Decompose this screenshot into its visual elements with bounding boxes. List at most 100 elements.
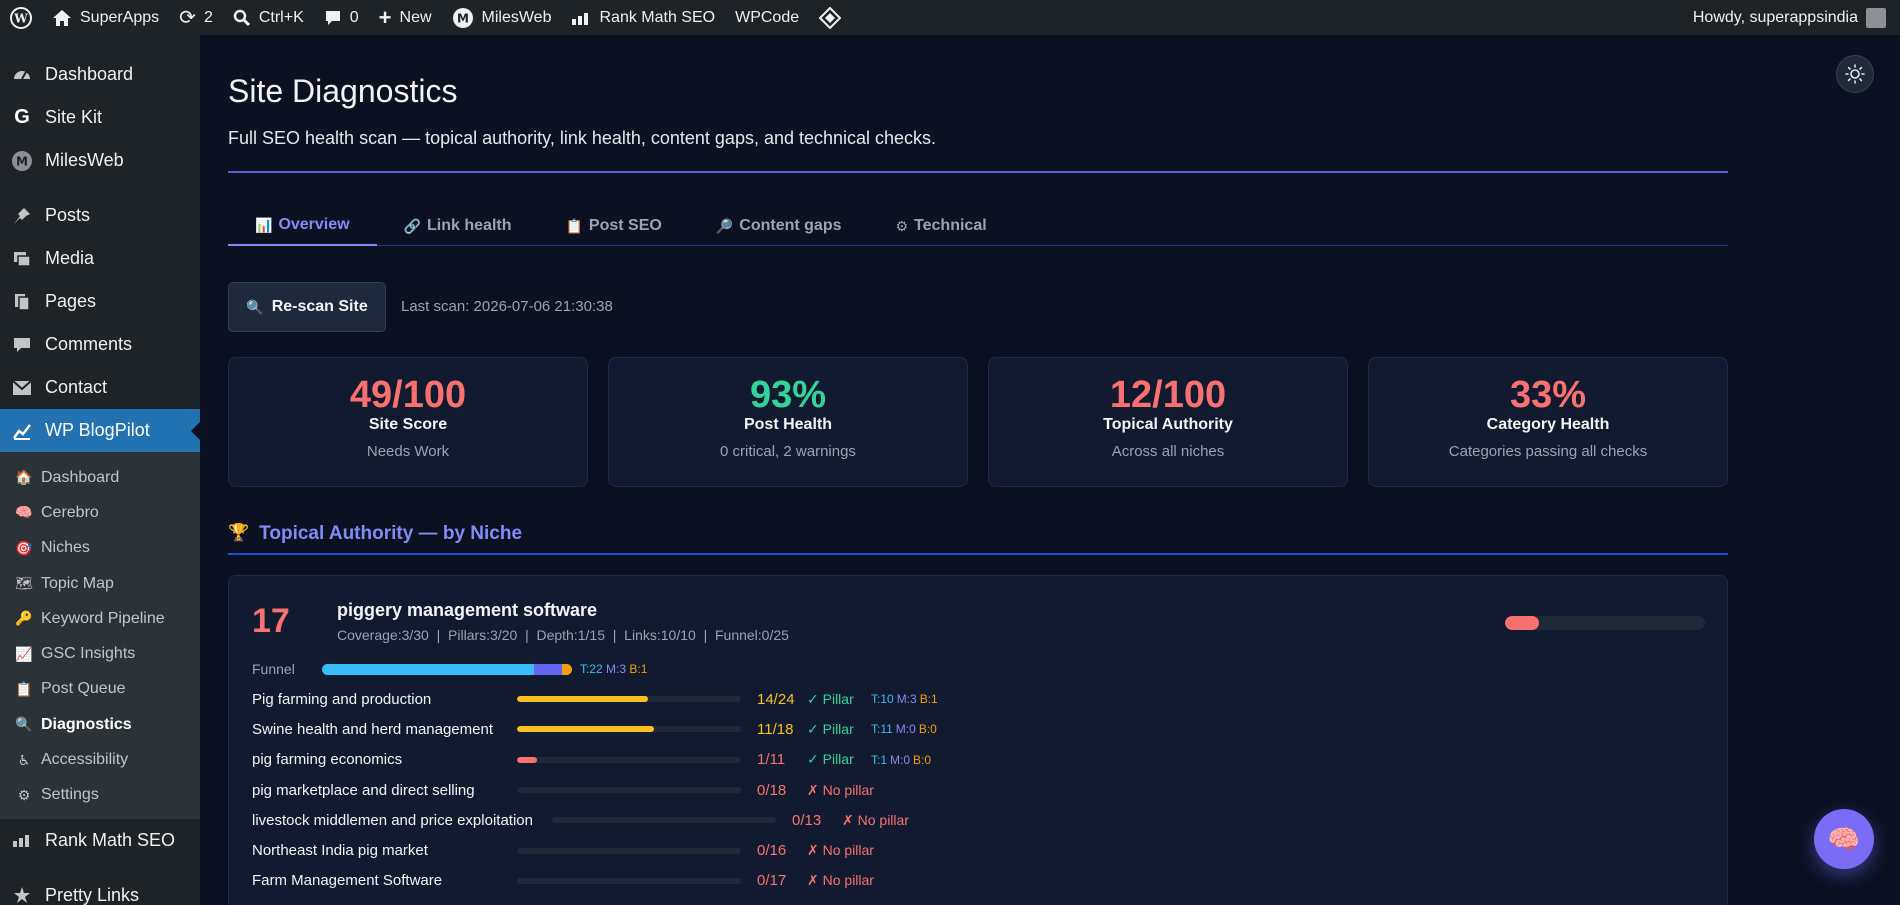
- menu-item-contact[interactable]: Contact: [0, 366, 200, 409]
- page-description: Full SEO health scan — topical authority…: [228, 128, 937, 148]
- funnel-bottom-segment: [562, 663, 572, 675]
- menu-item-posts[interactable]: Posts: [0, 194, 200, 237]
- menu-item-comments[interactable]: Comments: [0, 323, 200, 366]
- gear-icon: ⚙: [895, 217, 909, 234]
- star-icon: [11, 884, 33, 905]
- menu-item-rank-math[interactable]: Rank Math SEO: [0, 819, 200, 862]
- tab-post-seo[interactable]: 📋 Post SEO: [538, 206, 688, 246]
- topic-row: pig farming economics 1/11 ✓ Pillar T:1 M:0 B…: [252, 745, 962, 775]
- submenu-item-accessibility[interactable]: ♿ Accessibility: [0, 742, 200, 777]
- tab-label: Overview: [278, 216, 350, 233]
- site-name-link[interactable]: SuperApps: [42, 0, 169, 35]
- diamond-plugin-link[interactable]: [809, 0, 851, 35]
- page-title: Site Diagnostics: [228, 73, 458, 109]
- tab-technical[interactable]: ⚙ Technical: [868, 206, 1013, 246]
- submenu-item-settings[interactable]: ⚙ Settings: [0, 778, 200, 813]
- topic-row: Farm Management Software 0/17 ✗ No pillar: [252, 866, 962, 896]
- theme-toggle-button[interactable]: [1836, 55, 1874, 93]
- chart-icon: [11, 420, 33, 442]
- niche-card: 17 piggery management software Coverage:…: [228, 575, 1728, 905]
- topic-funnel-t: T:10: [871, 692, 894, 707]
- submenu-item-diagnostics[interactable]: 🔍 Diagnostics: [0, 707, 200, 742]
- niche-score-bar: [1505, 616, 1705, 630]
- new-content-link[interactable]: + New: [369, 0, 442, 35]
- command-search[interactable]: Ctrl+K: [223, 0, 314, 35]
- topic-count: 11/18: [757, 720, 794, 738]
- funnel-bottom-count: B:1: [629, 662, 648, 676]
- funnel-top-segment: [322, 663, 534, 675]
- menu-item-media[interactable]: Media: [0, 237, 200, 280]
- tab-label: Technical: [914, 217, 987, 234]
- magnifier-icon: 🔎: [715, 217, 734, 234]
- topic-name: pig marketplace and direct selling: [252, 781, 475, 799]
- submenu-item-topic-map[interactable]: 🗺 Topic Map: [0, 566, 200, 601]
- topic-funnel-m: M:3: [896, 692, 917, 707]
- site-score-card: 49/100 Site Score Needs Work: [228, 357, 588, 487]
- avatar: [1866, 7, 1886, 28]
- menu-item-milesweb[interactable]: M MilesWeb: [0, 139, 200, 182]
- submenu-item-keyword-pipeline[interactable]: 🔑 Keyword Pipeline: [0, 601, 200, 636]
- rescan-button[interactable]: 🔍 Re-scan Site: [228, 282, 386, 332]
- admin-menu: Dashboard G Site Kit M MilesWeb Posts Me…: [0, 35, 200, 452]
- key-icon: 🔑: [15, 610, 33, 627]
- wordpress-logo[interactable]: W: [0, 0, 42, 35]
- submenu-label: GSC Insights: [41, 645, 136, 663]
- tab-link-health[interactable]: 🔗 Link health: [377, 206, 539, 246]
- site-name: SuperApps: [80, 8, 160, 26]
- topic-progress-fill: [517, 756, 538, 763]
- updates-count: 2: [203, 8, 213, 26]
- submenu-label: Accessibility: [41, 751, 129, 769]
- submenu-label: Dashboard: [41, 468, 120, 486]
- rankmath-link[interactable]: Rank Math SEO: [561, 0, 725, 35]
- funnel-top-count: T:22: [580, 662, 603, 676]
- submenu-item-niches[interactable]: 🎯 Niches: [0, 531, 200, 566]
- submenu-item-dashboard[interactable]: 🏠 Dashboard: [0, 460, 200, 495]
- card-subtext: Categories passing all checks: [1448, 443, 1648, 460]
- target-icon: 🎯: [15, 539, 33, 556]
- wpcode-link[interactable]: WPCode: [725, 0, 809, 35]
- menu-label: MilesWeb: [45, 150, 124, 170]
- house-icon: 🏠: [15, 469, 33, 486]
- tab-content-gaps[interactable]: 🔎 Content gaps: [689, 206, 869, 246]
- topic-progress-bar: [517, 877, 741, 884]
- topic-name: livestock middlemen and price exploitati…: [252, 811, 533, 829]
- milesweb-link[interactable]: M MilesWeb: [442, 0, 562, 35]
- submenu-label: Keyword Pipeline: [41, 609, 165, 627]
- comments-count: 0: [349, 8, 359, 26]
- topic-name: Northeast India pig market: [252, 842, 428, 860]
- submenu-label: Settings: [41, 786, 99, 804]
- submenu-item-post-queue[interactable]: 📋 Post Queue: [0, 672, 200, 707]
- card-subtext: Needs Work: [366, 443, 450, 460]
- comments-icon: [11, 334, 33, 356]
- assistant-fab-button[interactable]: 🧠: [1814, 809, 1874, 869]
- menu-item-wp-blogpilot[interactable]: WP BlogPilot: [0, 409, 200, 452]
- topic-row: Pig farming and production 14/24 ✓ Pillar T…: [252, 684, 962, 714]
- media-icon: [11, 248, 33, 270]
- post-health-card: 93% Post Health 0 critical, 2 warnings: [608, 357, 968, 487]
- niche-metrics: Coverage:3/30 | Pillars:3/20 | Depth:1/1…: [337, 627, 789, 643]
- topic-pillar-status: ✗ No pillar: [807, 842, 874, 859]
- submenu-item-cerebro[interactable]: 🧠 Cerebro: [0, 495, 200, 530]
- comments-link[interactable]: 0: [314, 0, 369, 35]
- topic-row: livestock middlemen and price exploitati…: [252, 805, 962, 835]
- submenu-item-gsc-insights[interactable]: 📈 GSC Insights: [0, 636, 200, 671]
- menu-item-dashboard[interactable]: Dashboard: [0, 53, 200, 96]
- menu-item-pages[interactable]: Pages: [0, 280, 200, 323]
- topic-funnel-b: B:1: [919, 692, 938, 707]
- admin-sidebar: Dashboard G Site Kit M MilesWeb Posts Me…: [0, 35, 200, 905]
- menu-item-site-kit[interactable]: G Site Kit: [0, 96, 200, 139]
- card-label: Category Health: [1486, 416, 1610, 433]
- user-account-link[interactable]: Howdy, superappsindia: [1683, 0, 1900, 35]
- wpcode-label: WPCode: [735, 8, 800, 26]
- menu-item-pretty-links[interactable]: Pretty Links: [0, 874, 200, 905]
- topic-progress-bar: [552, 817, 776, 824]
- card-value: 49/100: [349, 374, 467, 416]
- updates-link[interactable]: ⟳ 2: [169, 0, 223, 35]
- topic-funnel-t: T:1: [871, 752, 888, 767]
- rescan-label: Re-scan Site: [271, 298, 368, 315]
- clipboard-icon: 📋: [565, 217, 583, 234]
- magnifier-icon: 🔍: [246, 298, 264, 315]
- diagnostics-tabs: 📊 Overview 🔗 Link health 📋 Post SEO 🔎 Conten…: [228, 206, 1728, 246]
- topical-authority-heading: 🏆 Topical Authority — by Niche: [228, 523, 1728, 555]
- tab-overview[interactable]: 📊 Overview: [228, 206, 377, 246]
